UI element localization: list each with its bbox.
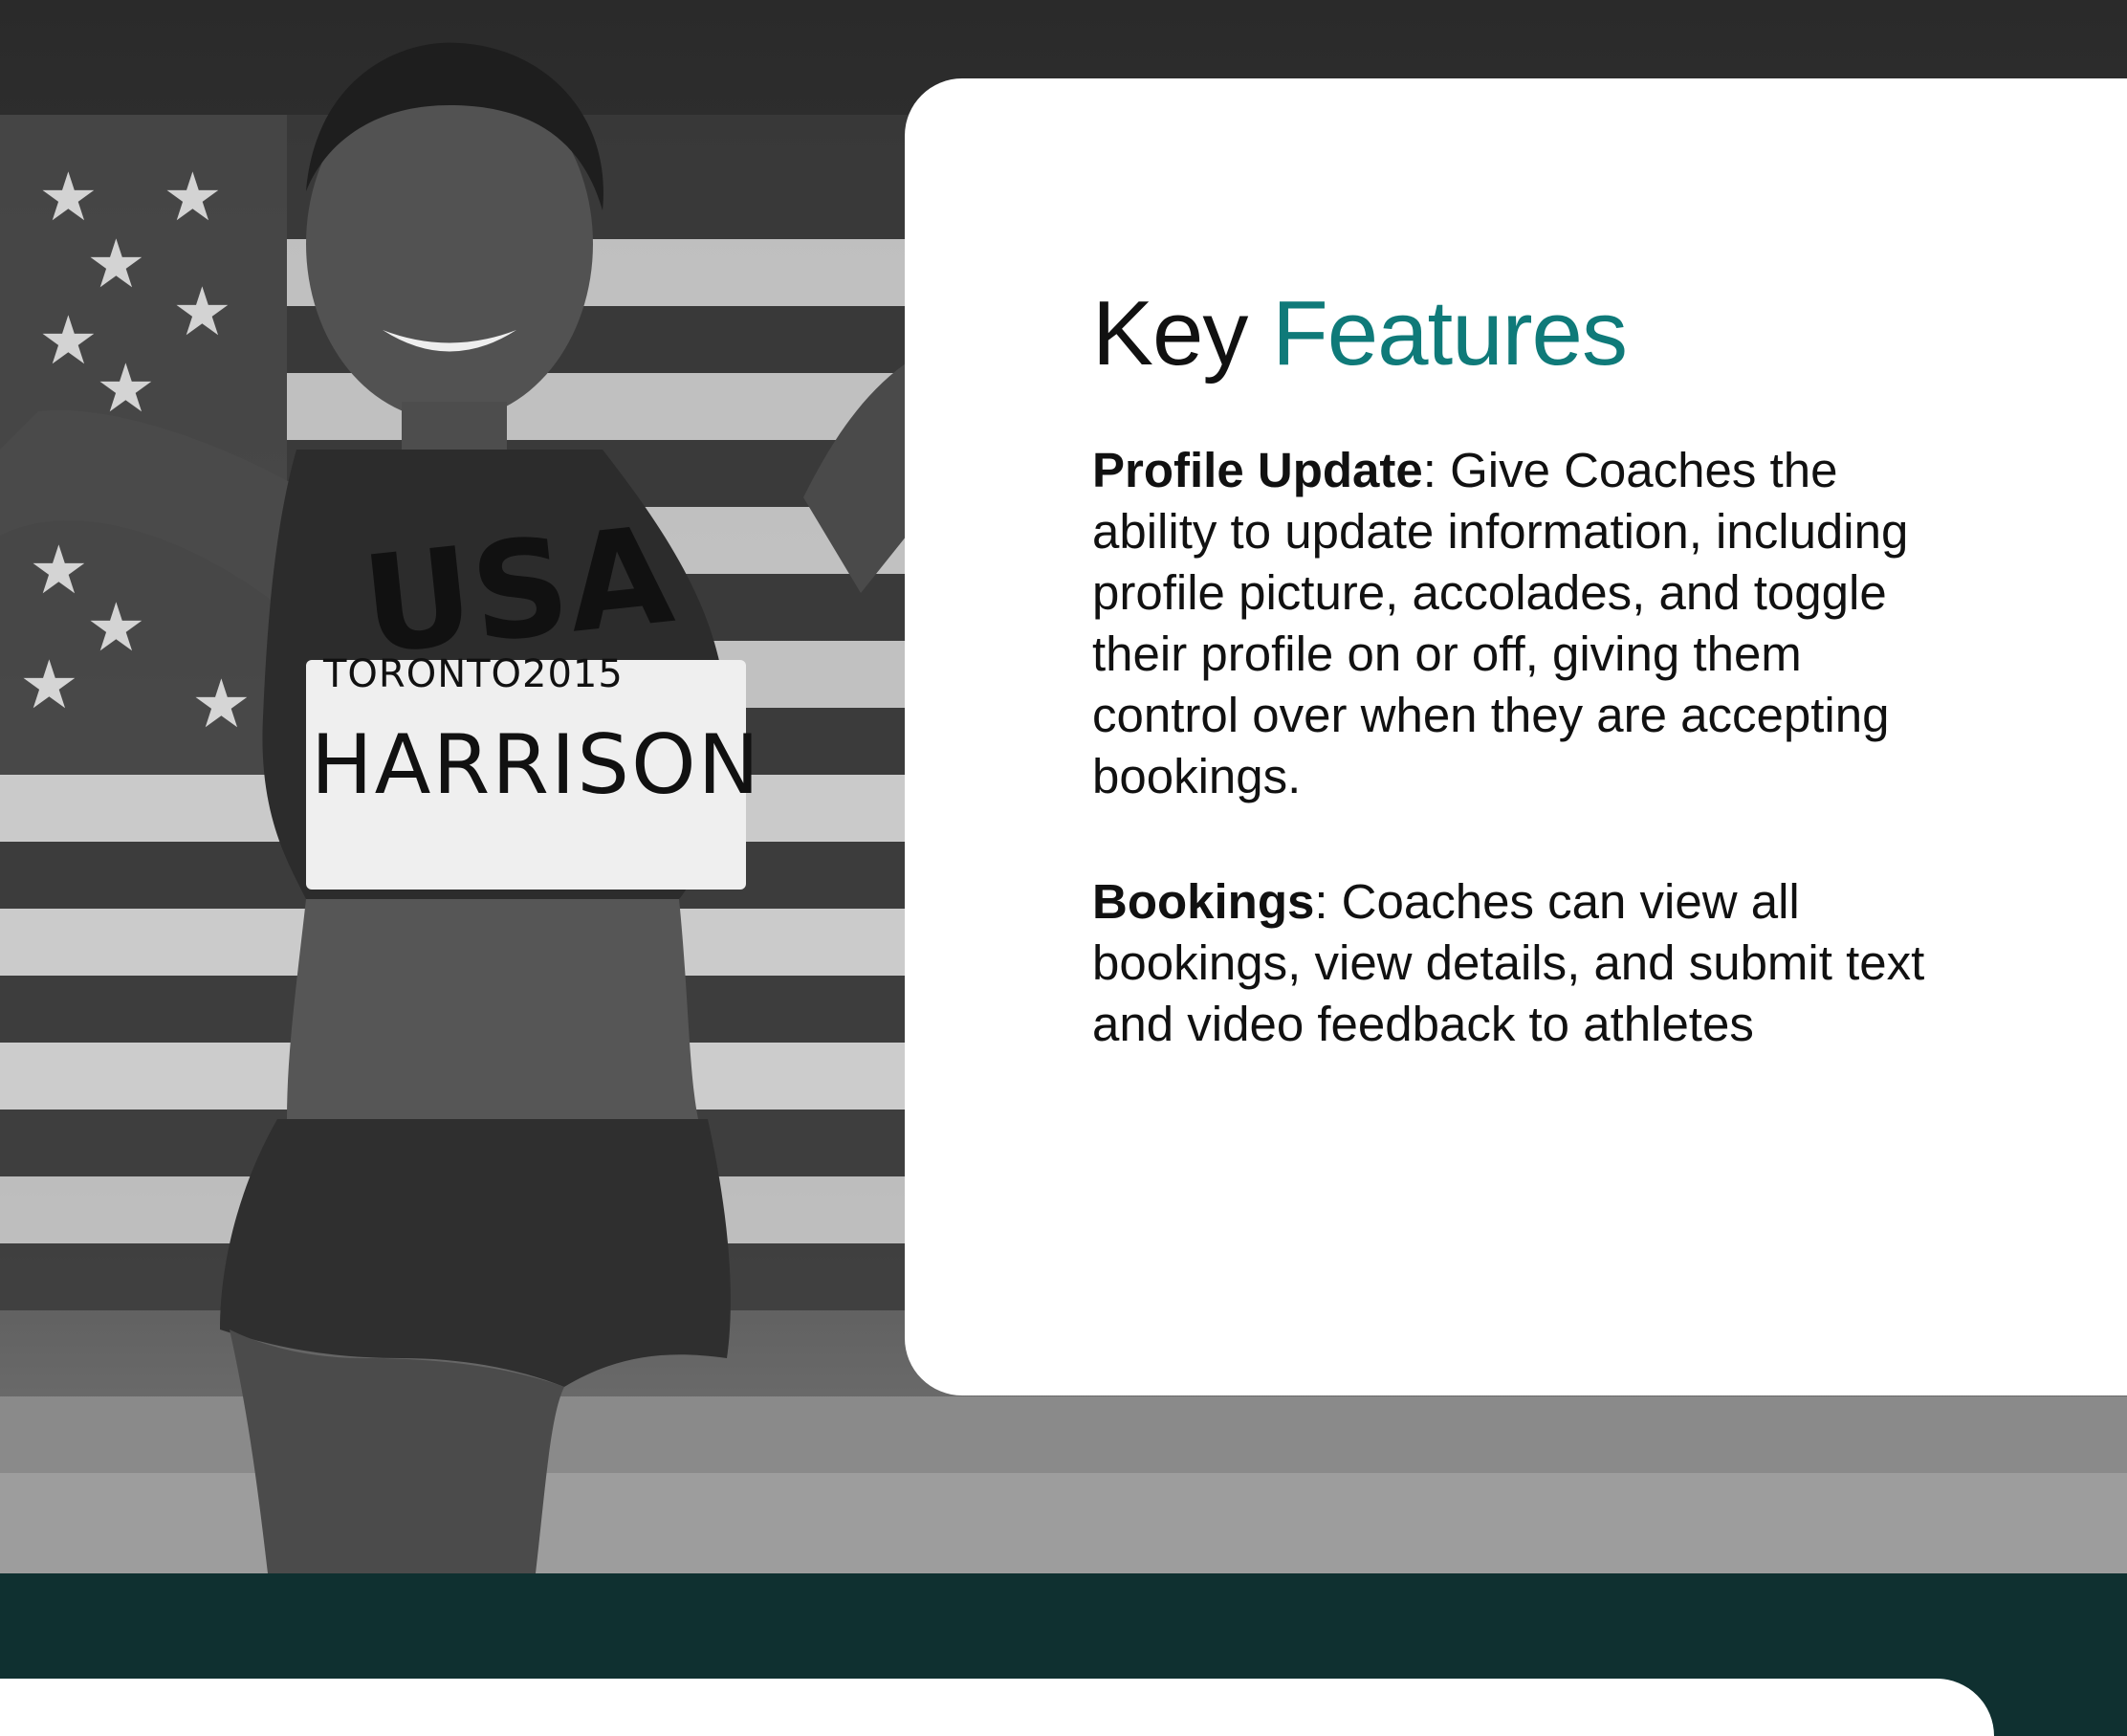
footer-band (0, 1573, 2127, 1679)
svg-text:★: ★ (163, 160, 223, 234)
feature-bookings: Bookings: Coaches can view all bookings,… (1092, 871, 1953, 1055)
key-features-heading: Key Features (1092, 281, 1628, 386)
feature-title: Profile Update (1092, 443, 1423, 497)
svg-text:★: ★ (38, 160, 99, 234)
svg-text:★: ★ (38, 303, 99, 378)
svg-text:★: ★ (19, 648, 79, 722)
heading-plain: Key (1092, 282, 1248, 385)
svg-text:★: ★ (172, 275, 232, 349)
feature-profile-update: Profile Update: Give Coaches the ability… (1092, 440, 1953, 807)
next-section-panel (0, 1679, 1994, 1736)
bib-name-text: HARRISON (311, 717, 761, 813)
svg-text:★: ★ (86, 227, 146, 301)
svg-text:★: ★ (86, 590, 146, 665)
feature-title: Bookings (1092, 874, 1315, 929)
svg-text:★: ★ (29, 533, 89, 607)
heading-accent: Features (1272, 282, 1628, 385)
bib-event-text: TORONTO2015 (323, 652, 624, 696)
svg-text:★: ★ (191, 667, 252, 741)
key-features-card: Key Features Profile Update: Give Coache… (905, 78, 2127, 1395)
